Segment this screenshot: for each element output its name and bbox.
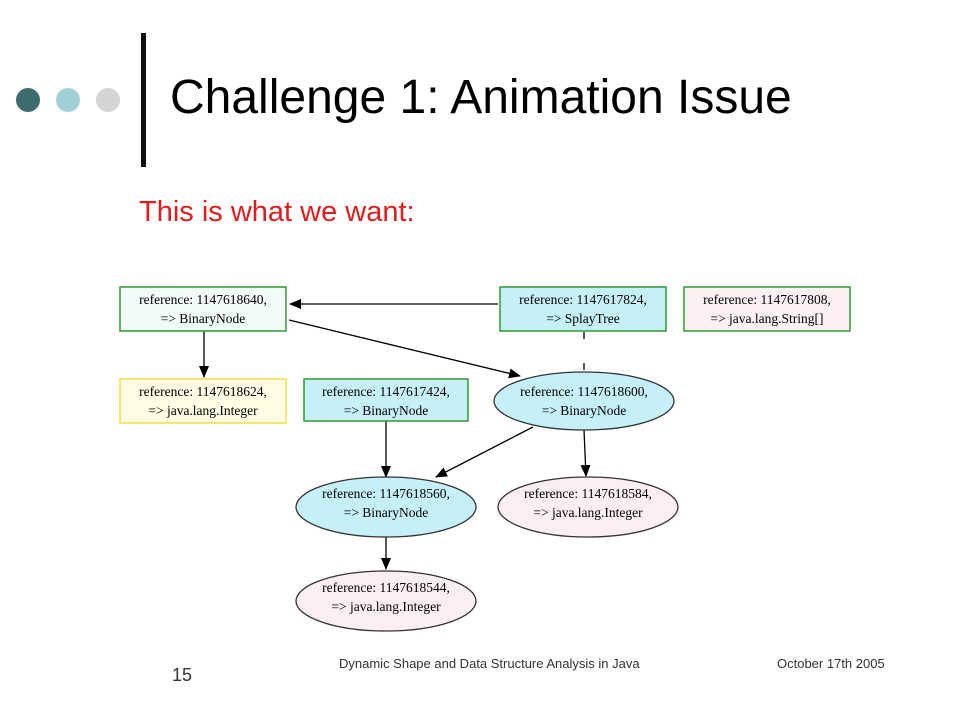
- node-1147618640: reference: 1147618640, => BinaryNode: [119, 286, 287, 332]
- node-label-line2: => BinaryNode: [344, 403, 429, 418]
- node-label-line1: reference: 1147618600,: [520, 384, 648, 399]
- node-label-line2: => BinaryNode: [344, 505, 429, 520]
- node-label-line1: reference: 1147618640,: [139, 292, 267, 307]
- node-label-line2: => BinaryNode: [542, 403, 627, 418]
- node-label-line1: reference: 1147618584,: [524, 486, 652, 501]
- node-1147618600: reference: 1147618600, => BinaryNode: [493, 371, 675, 431]
- node-1147617808: reference: 1147617808, => java.lang.Stri…: [683, 286, 851, 332]
- page-number: 15: [172, 665, 193, 685]
- node-1147618560: reference: 1147618560, => BinaryNode: [295, 476, 477, 538]
- edge-n600-n584: [580, 429, 591, 477]
- node-1147618584: reference: 1147618584, => java.lang.Inte…: [497, 476, 679, 538]
- edge-n640-n600: [288, 319, 521, 379]
- node-label-line2: => BinaryNode: [161, 311, 246, 326]
- node-1147618624: reference: 1147618624, => java.lang.Inte…: [119, 378, 287, 424]
- node-1147617424: reference: 1147617424, => BinaryNode: [303, 378, 469, 422]
- object-graph-diagram: reference: 1147618640, => BinaryNode ref…: [119, 286, 851, 632]
- node-label-line1: reference: 1147617424,: [322, 384, 450, 399]
- node-label-line2: => java.lang.Integer: [331, 599, 441, 614]
- node-label-line1: reference: 1147618544,: [322, 580, 450, 595]
- node-label-line1: reference: 1147618624,: [139, 384, 267, 399]
- footer-title: Dynamic Shape and Data Structure Analysi…: [339, 656, 640, 671]
- node-label-line2: => java.lang.Integer: [148, 403, 258, 418]
- node-1147617824: reference: 1147617824, => SplayTree: [499, 286, 667, 332]
- node-label-line1: reference: 1147617824,: [519, 292, 647, 307]
- node-label-line1: reference: 1147617808,: [703, 292, 831, 307]
- edge-n600-n560: [435, 426, 534, 478]
- footer-date: October 17th 2005: [777, 656, 885, 671]
- node-label-line1: reference: 1147618560,: [322, 486, 450, 501]
- node-label-line2: => java.lang.String[]: [710, 311, 823, 326]
- node-1147618544: reference: 1147618544, => java.lang.Inte…: [295, 570, 477, 632]
- node-label-line2: => java.lang.Integer: [533, 505, 643, 520]
- node-label-line2: => SplayTree: [546, 311, 620, 326]
